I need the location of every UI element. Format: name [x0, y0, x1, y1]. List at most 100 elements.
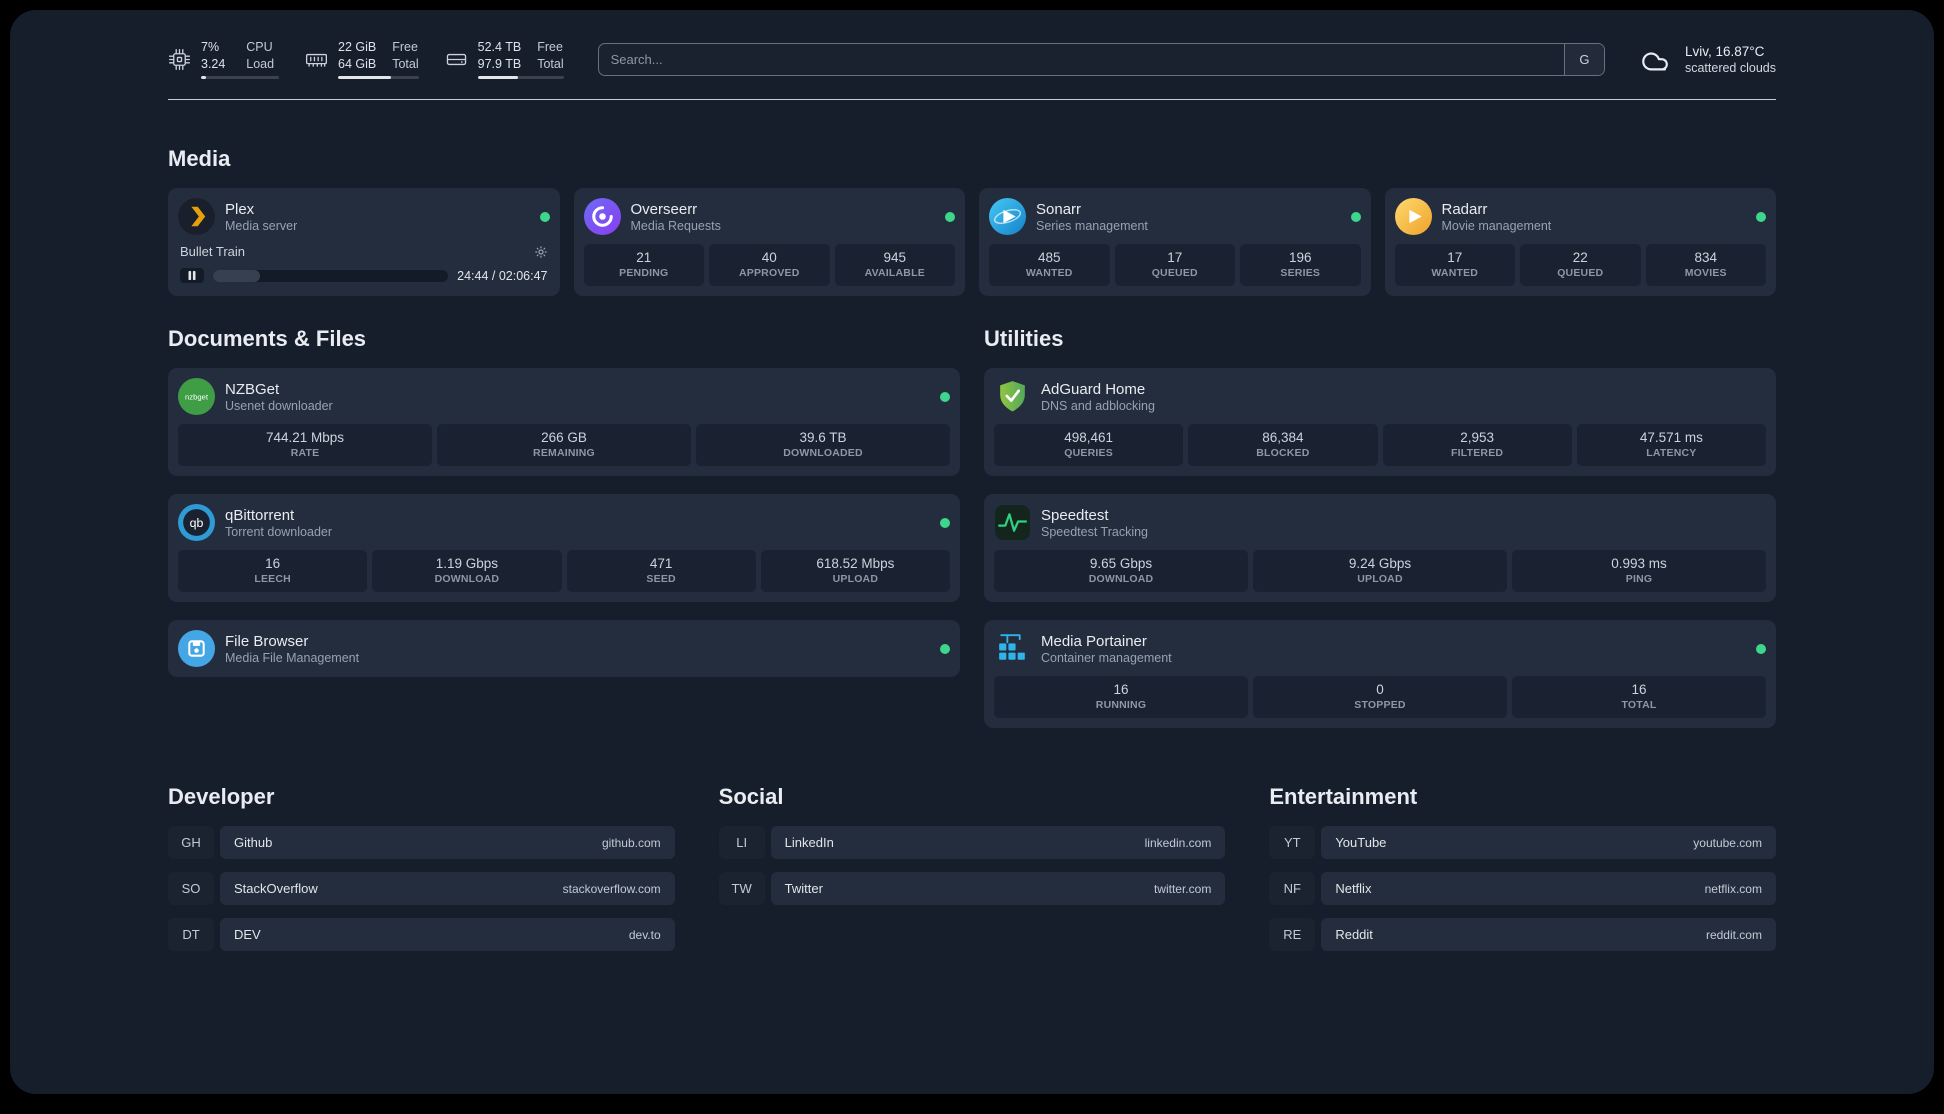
stat-value: 40: [713, 250, 826, 265]
plex-card: Plex Media server Bullet Train: [168, 188, 560, 296]
bookmark-name: Github: [234, 835, 272, 850]
stat-label: LEECH: [182, 573, 363, 585]
bookmark-url: stackoverflow.com: [563, 882, 661, 896]
stat-label: DOWNLOADED: [700, 447, 946, 459]
topbar: 7% CPU 3.24 Load 22 GiB Free: [168, 40, 1776, 79]
nzbget-card: nzbget NZBGet Usenet downloader 744.21 M…: [168, 368, 960, 476]
stat-tile: 9.24 Gbps UPLOAD: [1253, 550, 1507, 592]
entertainment-group: Entertainment YT YouTube youtube.com NF …: [1269, 784, 1776, 951]
search-provider-button[interactable]: G: [1564, 44, 1604, 75]
gear-icon[interactable]: [534, 245, 548, 259]
bookmark-abbr: TW: [719, 872, 765, 905]
stat-value: 47.571 ms: [1581, 430, 1762, 445]
bookmark-name: YouTube: [1335, 835, 1386, 850]
now-playing-title: Bullet Train: [180, 244, 245, 259]
stat-tile: 471 SEED: [567, 550, 756, 592]
memory-total-value: 64 GiB: [338, 57, 376, 73]
memory-widget: 22 GiB Free 64 GiB Total: [305, 40, 419, 79]
memory-progress-bar: [338, 76, 419, 79]
bookmark-dev[interactable]: DT DEV dev.to: [168, 918, 675, 951]
service-name: AdGuard Home: [1041, 381, 1155, 398]
weather-condition: scattered clouds: [1685, 61, 1776, 75]
memory-total-label: Total: [392, 57, 418, 73]
bookmark-netflix[interactable]: NF Netflix netflix.com: [1269, 872, 1776, 905]
stat-value: 834: [1650, 250, 1763, 265]
stat-label: BLOCKED: [1192, 447, 1373, 459]
bookmark-reddit[interactable]: RE Reddit reddit.com: [1269, 918, 1776, 951]
bookmark-linkedin[interactable]: LI LinkedIn linkedin.com: [719, 826, 1226, 859]
stat-value: 17: [1399, 250, 1512, 265]
filebrowser-link[interactable]: File Browser Media File Management: [178, 630, 950, 667]
service-subtitle: Media File Management: [225, 651, 359, 665]
stat-label: PENDING: [588, 267, 701, 279]
qbittorrent-link[interactable]: qb qBittorrent Torrent downloader: [178, 504, 950, 541]
stat-tile: 618.52 Mbps UPLOAD: [761, 550, 950, 592]
pause-button[interactable]: [180, 268, 204, 283]
qbittorrent-icon: qb: [178, 504, 215, 541]
adguard-link[interactable]: AdGuard Home DNS and adblocking: [994, 378, 1766, 415]
stat-tile: 266 GB REMAINING: [437, 424, 691, 466]
developer-heading: Developer: [168, 784, 675, 810]
stat-label: AVAILABLE: [839, 267, 952, 279]
service-name: File Browser: [225, 633, 359, 650]
filebrowser-icon: [178, 630, 215, 667]
overseerr-link[interactable]: Overseerr Media Requests: [584, 198, 956, 235]
stat-tile: 16 RUNNING: [994, 676, 1248, 718]
stat-label: QUERIES: [998, 447, 1179, 459]
sonarr-card: Sonarr Series management 485 WANTED 17 Q…: [979, 188, 1371, 296]
svg-text:nzbget: nzbget: [185, 393, 209, 402]
service-subtitle: Usenet downloader: [225, 399, 333, 413]
entertainment-heading: Entertainment: [1269, 784, 1776, 810]
portainer-link[interactable]: Media Portainer Container management: [994, 630, 1766, 667]
status-dot: [1756, 644, 1766, 654]
stat-value: 485: [993, 250, 1106, 265]
status-dot: [1756, 212, 1766, 222]
disk-free-value: 52.4 TB: [478, 40, 522, 56]
radarr-icon: [1395, 198, 1432, 235]
bookmark-abbr: LI: [719, 826, 765, 859]
speedtest-icon: [994, 504, 1031, 541]
stat-label: QUEUED: [1524, 267, 1637, 279]
speedtest-link[interactable]: Speedtest Speedtest Tracking: [994, 504, 1766, 541]
cpu-load-label: Load: [246, 57, 279, 73]
media-section: Media Plex Media server Bullet Train: [168, 146, 1776, 296]
bookmark-youtube[interactable]: YT YouTube youtube.com: [1269, 826, 1776, 859]
cloud-icon: [1639, 47, 1675, 73]
service-name: Sonarr: [1036, 201, 1148, 218]
search-input[interactable]: [599, 44, 1564, 75]
bookmark-twitter[interactable]: TW Twitter twitter.com: [719, 872, 1226, 905]
stat-tile: 16 LEECH: [178, 550, 367, 592]
plex-link[interactable]: Plex Media server: [178, 198, 550, 235]
sonarr-link[interactable]: Sonarr Series management: [989, 198, 1361, 235]
stat-label: MOVIES: [1650, 267, 1763, 279]
stat-label: WANTED: [993, 267, 1106, 279]
nzbget-icon: nzbget: [178, 378, 215, 415]
stat-tile: 9.65 Gbps DOWNLOAD: [994, 550, 1248, 592]
plex-player-controls: 24:44 / 02:06:47: [178, 268, 550, 283]
bookmark-url: linkedin.com: [1145, 836, 1212, 850]
service-name: Media Portainer: [1041, 633, 1172, 650]
radarr-card: Radarr Movie management 17 WANTED 22 QUE…: [1385, 188, 1777, 296]
bookmark-abbr: SO: [168, 872, 214, 905]
bookmark-url: reddit.com: [1706, 928, 1762, 942]
bookmark-abbr: GH: [168, 826, 214, 859]
bookmark-github[interactable]: GH Github github.com: [168, 826, 675, 859]
radarr-link[interactable]: Radarr Movie management: [1395, 198, 1767, 235]
adguard-icon: [994, 378, 1031, 415]
service-name: NZBGet: [225, 381, 333, 398]
stat-value: 9.24 Gbps: [1257, 556, 1503, 571]
cpu-icon: [168, 48, 191, 71]
search-bar: G: [598, 43, 1605, 76]
service-subtitle: Torrent downloader: [225, 525, 332, 539]
bookmark-stackoverflow[interactable]: SO StackOverflow stackoverflow.com: [168, 872, 675, 905]
stat-value: 39.6 TB: [700, 430, 946, 445]
social-group: Social LI LinkedIn linkedin.com TW Twitt…: [719, 784, 1226, 905]
now-playing-row: Bullet Train: [178, 244, 550, 259]
stat-tile: 39.6 TB DOWNLOADED: [696, 424, 950, 466]
cpu-load-value: 3.24: [201, 57, 230, 73]
service-name: Radarr: [1442, 201, 1552, 218]
bookmark-url: dev.to: [629, 928, 661, 942]
stat-tile: 1.19 Gbps DOWNLOAD: [372, 550, 561, 592]
nzbget-link[interactable]: nzbget NZBGet Usenet downloader: [178, 378, 950, 415]
playback-progress-bar: [213, 270, 448, 282]
